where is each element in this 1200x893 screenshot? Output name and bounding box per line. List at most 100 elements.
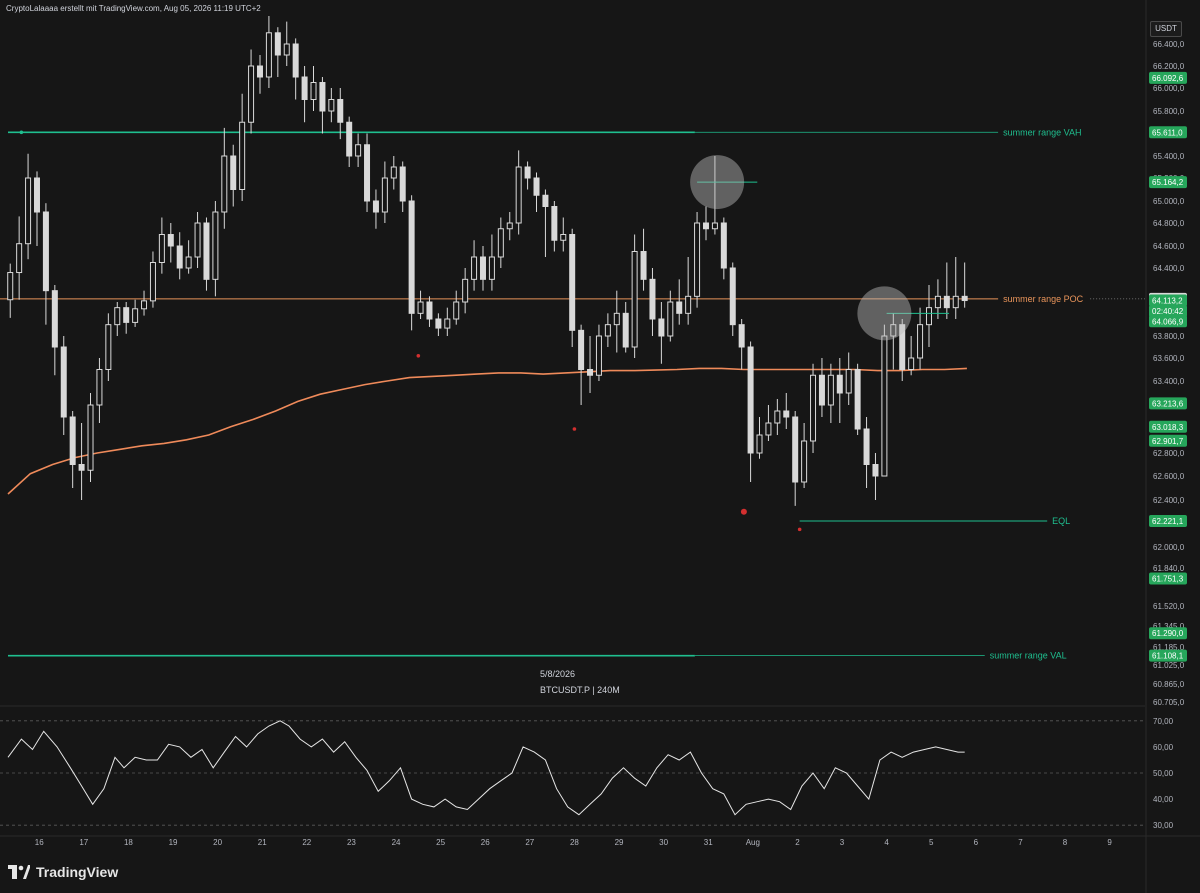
level-label: EQL <box>1052 516 1070 526</box>
chart-caption: CryptoLalaaaa erstellt mit TradingView.c… <box>6 4 261 13</box>
candle-body <box>961 295 968 302</box>
price-tick: 60.705,0 <box>1153 698 1185 707</box>
candle-body <box>578 329 585 371</box>
time-tick: 23 <box>347 838 356 847</box>
currency-label[interactable]: USDT <box>1150 21 1182 37</box>
time-tick: 7 <box>1018 838 1023 847</box>
candle-body <box>765 422 772 436</box>
time-tick: 25 <box>436 838 445 847</box>
candle <box>87 393 94 482</box>
candle-body <box>774 410 781 424</box>
candle-body <box>738 324 745 348</box>
candle-body <box>435 318 442 329</box>
price-tag-label: 64.066,9 <box>1152 317 1184 326</box>
candle-body <box>355 144 362 157</box>
pivot-dot <box>572 427 577 431</box>
candle-body <box>595 335 602 376</box>
candle-body <box>783 410 790 418</box>
rsi-tick: 40,00 <box>1153 795 1174 804</box>
candle-body <box>212 211 219 280</box>
candle <box>203 217 210 291</box>
price-tag: 64.113,2 <box>1149 294 1187 307</box>
candle-body <box>524 166 531 179</box>
candle-body <box>462 278 469 303</box>
price-tag: 63.018,3 <box>1149 420 1187 433</box>
candle-body <box>667 301 674 337</box>
candle-body <box>863 428 870 465</box>
pivot-dot <box>416 354 421 358</box>
candle-body <box>845 369 852 394</box>
price-tag-label: 65.164,2 <box>1152 178 1184 187</box>
rsi-tick: 50,00 <box>1153 769 1174 778</box>
price-tag-label: 66.092,6 <box>1152 74 1184 83</box>
candle-body <box>702 222 709 230</box>
candle-body <box>381 177 388 213</box>
price-tick: 64.600,0 <box>1153 242 1185 251</box>
price-tick: 63.600,0 <box>1153 354 1185 363</box>
candle-body <box>265 32 272 78</box>
candle-body <box>801 440 808 483</box>
candle-body <box>925 307 932 326</box>
level-start-dot <box>19 130 24 135</box>
candle-body <box>908 357 915 370</box>
candle-body <box>248 65 255 123</box>
trading-chart[interactable]: summer range VAH summer range POC EQL summe… <box>0 0 1200 893</box>
price-tick: 65.400,0 <box>1153 152 1185 161</box>
candle-body <box>631 251 638 348</box>
candle-body <box>720 222 727 269</box>
candle <box>364 133 371 212</box>
time-tick: 21 <box>258 838 267 847</box>
candle-body <box>167 234 174 247</box>
watermark-symbol: BTCUSDT.P | 240M <box>540 685 620 695</box>
price-tick: 66.400,0 <box>1153 40 1185 49</box>
candle-body <box>515 166 522 224</box>
candle-body <box>230 155 237 190</box>
candle-body <box>239 121 246 190</box>
candle-body <box>114 307 121 326</box>
tradingview-logo[interactable]: TradingView <box>8 864 118 880</box>
time-tick: 20 <box>213 838 222 847</box>
candle-body <box>854 369 861 430</box>
candle-body <box>390 166 397 179</box>
price-tag-label: 63.213,6 <box>1152 399 1184 408</box>
candle-body <box>42 211 49 292</box>
price-tick: 62.800,0 <box>1153 449 1185 458</box>
candle-body <box>51 290 58 348</box>
candle-body <box>283 43 290 56</box>
rsi-tick: 60,00 <box>1153 743 1174 752</box>
candle-body <box>479 256 486 280</box>
candle-body <box>453 301 460 320</box>
time-tick: 9 <box>1107 838 1112 847</box>
candle-body <box>827 374 834 406</box>
price-tag-label: 63.018,3 <box>1152 423 1184 432</box>
time-tick: 18 <box>124 838 133 847</box>
time-tick: 22 <box>302 838 311 847</box>
candle-body <box>60 346 67 418</box>
candle-body <box>185 256 192 269</box>
time-tick: 6 <box>974 838 979 847</box>
candle-body <box>141 300 148 310</box>
candle-body <box>551 206 558 241</box>
candle-body <box>471 256 478 280</box>
candle-body <box>729 267 736 326</box>
candle-body <box>917 324 924 359</box>
candle-body <box>149 262 156 302</box>
candle-body <box>934 295 941 309</box>
candle-body <box>426 301 433 320</box>
price-tick: 62.600,0 <box>1153 472 1185 481</box>
price-tick: 63.400,0 <box>1153 377 1185 386</box>
time-tick: 4 <box>884 838 889 847</box>
price-tag: 63.213,6 <box>1149 397 1187 410</box>
candle <box>729 262 736 336</box>
level-label: summer range POC <box>1003 294 1084 304</box>
candle-body <box>533 177 540 196</box>
candle-body <box>399 166 406 202</box>
price-tag: 61.290,0 <box>1149 627 1187 640</box>
price-tag-label: 61.751,3 <box>1152 575 1184 584</box>
candle-body <box>158 234 165 263</box>
price-tick: 62.000,0 <box>1153 543 1185 552</box>
candle-body <box>408 200 415 314</box>
candle-body <box>676 301 683 314</box>
candle-body <box>372 200 379 213</box>
price-tag: 62.901,7 <box>1149 434 1187 447</box>
